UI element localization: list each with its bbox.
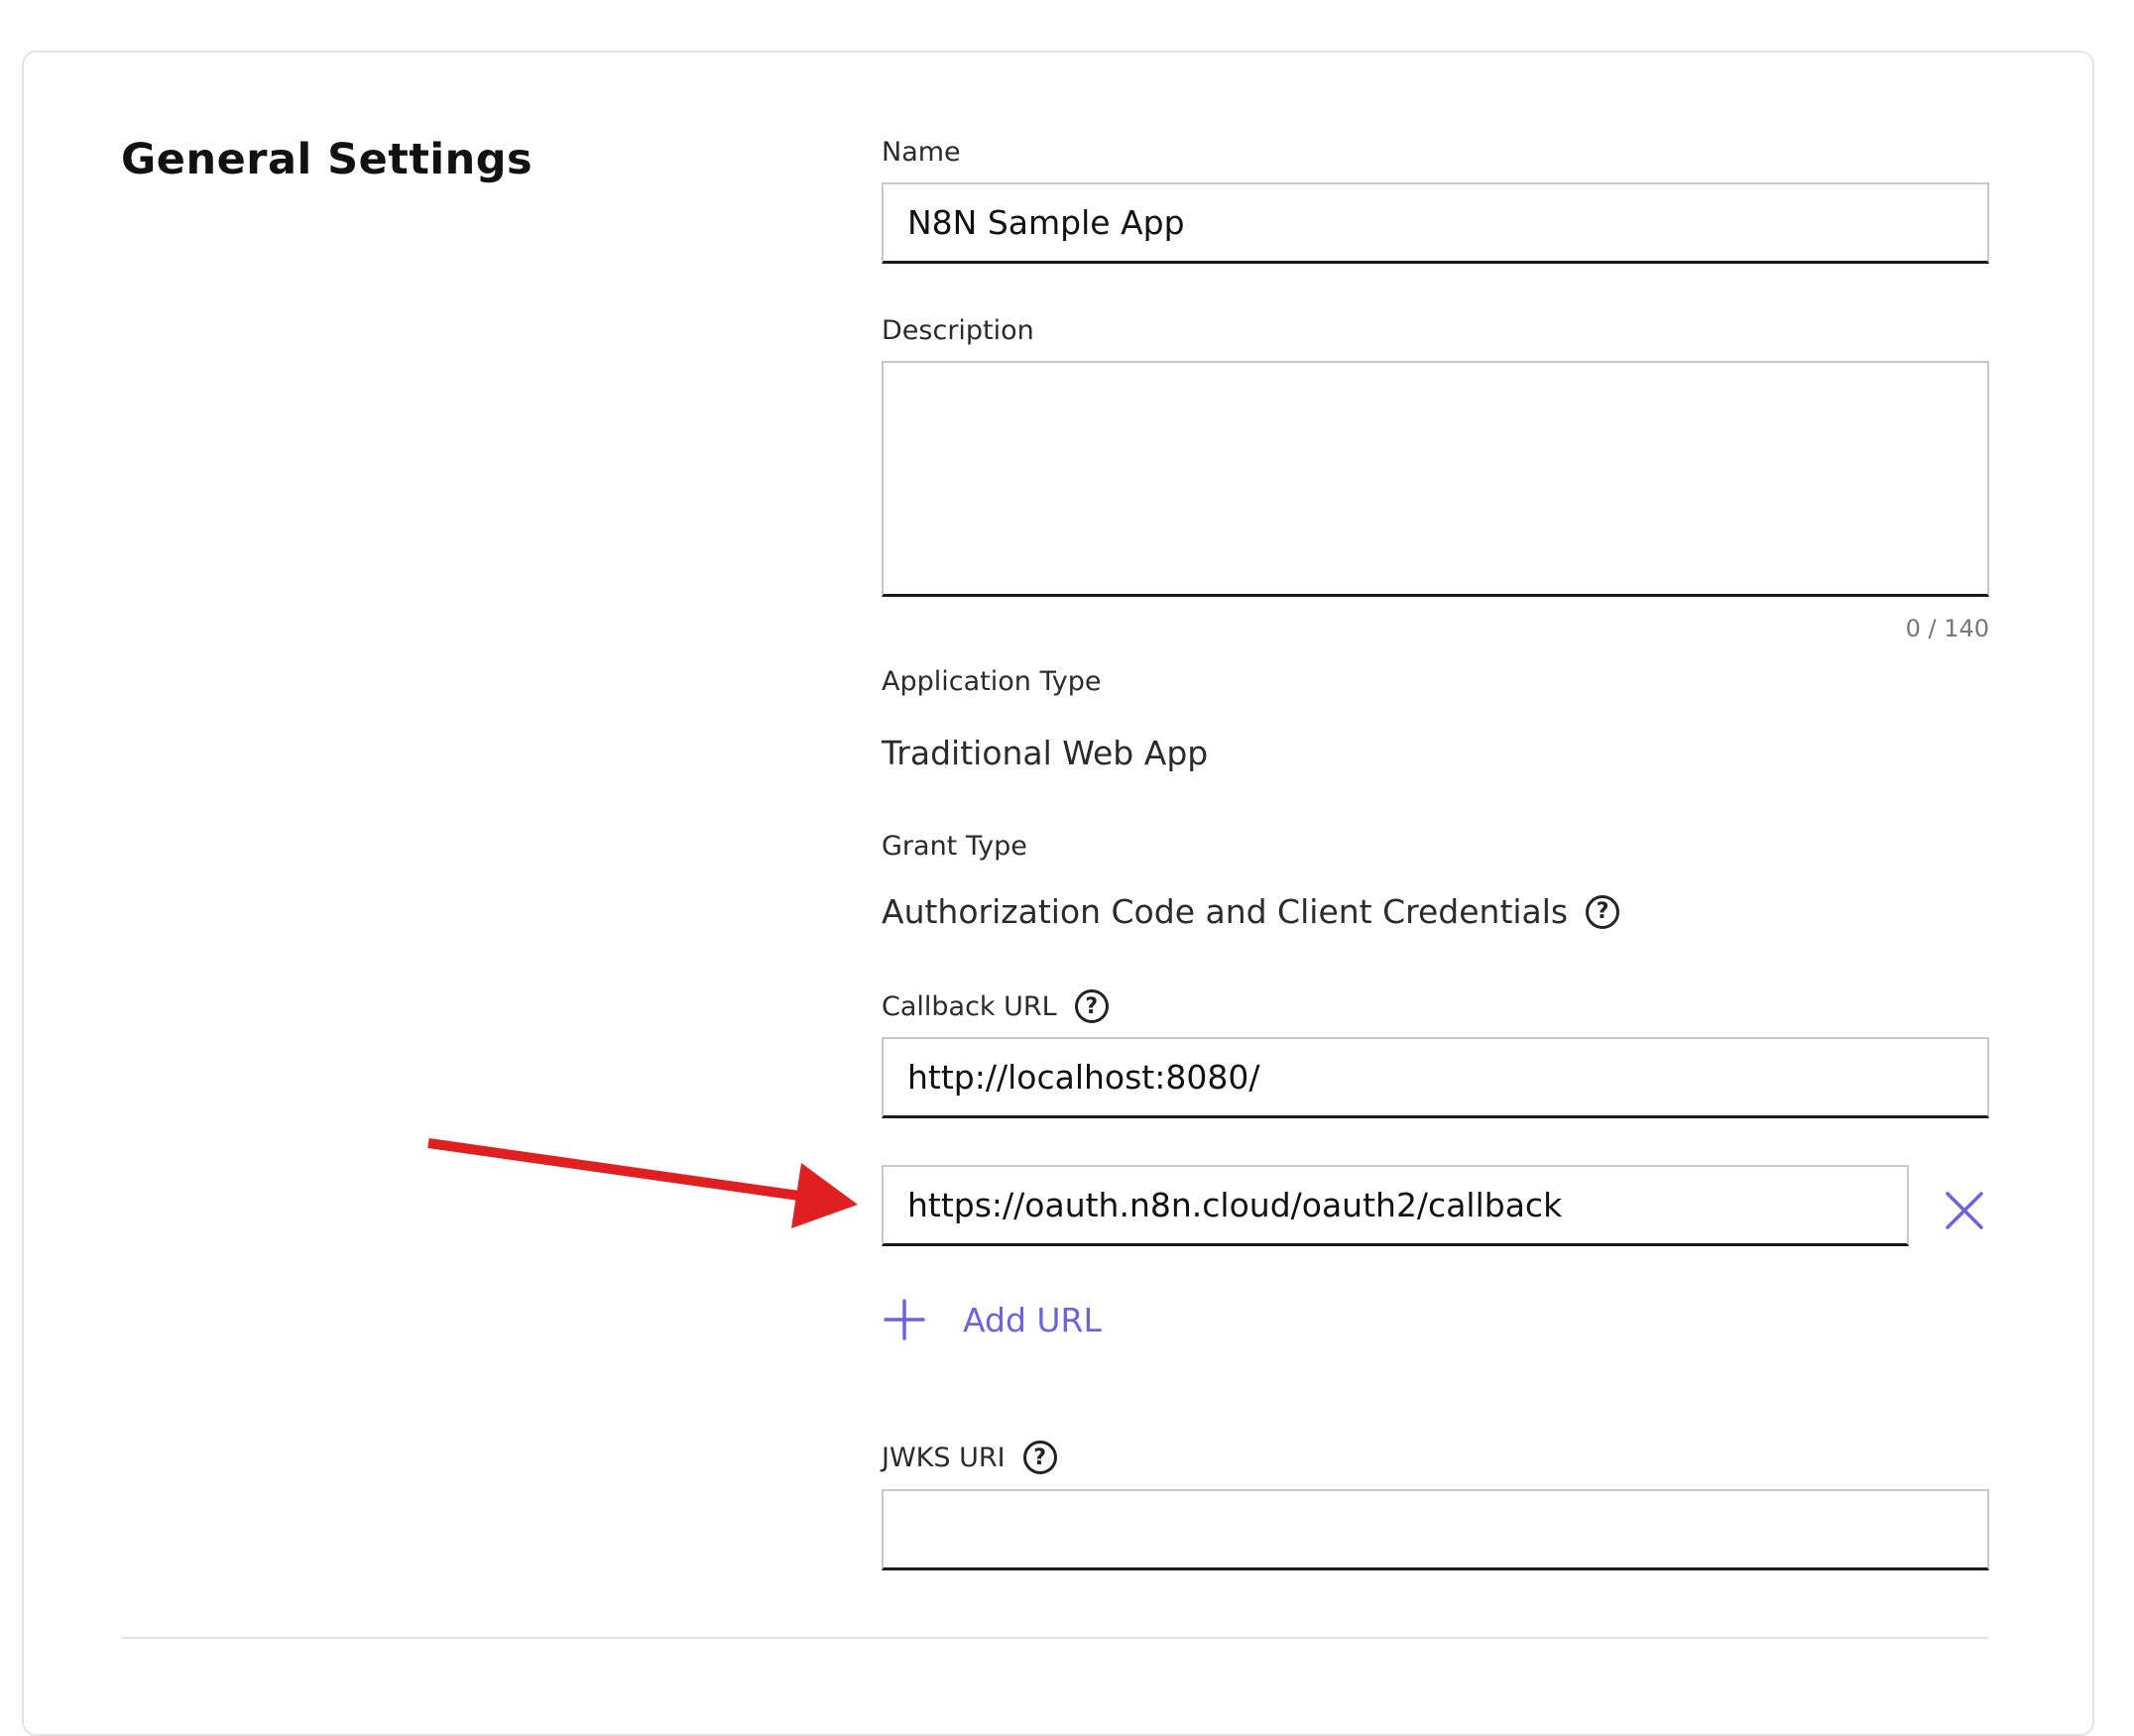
grant-type-value: Authorization Code and Client Credential… <box>882 892 1569 931</box>
application-type-label: Application Type <box>882 666 1102 697</box>
annotation-arrow <box>427 1138 858 1228</box>
description-label: Description <box>882 315 1034 346</box>
close-icon[interactable] <box>1942 1188 1987 1233</box>
add-url-label: Add URL <box>963 1300 1102 1339</box>
callback-url-label-row: Callback URL ? <box>882 989 1109 1023</box>
help-icon[interactable]: ? <box>1022 1441 1057 1474</box>
section-title: General Settings <box>121 135 534 184</box>
add-url-button[interactable]: Add URL <box>882 1297 1102 1342</box>
jwks-uri-input[interactable] <box>882 1489 1989 1570</box>
description-char-counter: 0 / 140 <box>1905 615 1989 642</box>
name-label: Name <box>882 137 961 168</box>
help-icon[interactable]: ? <box>1074 989 1109 1023</box>
section-divider <box>121 1637 1989 1639</box>
description-textarea[interactable] <box>882 361 1989 597</box>
callback-url-input-2[interactable] <box>882 1165 1909 1246</box>
help-icon[interactable]: ? <box>1586 894 1620 929</box>
grant-type-label: Grant Type <box>882 831 1027 862</box>
application-type-value: Traditional Web App <box>882 734 1209 772</box>
name-input[interactable] <box>882 182 1989 264</box>
jwks-uri-label: JWKS URI <box>882 1442 1006 1473</box>
callback-url-input-1[interactable] <box>882 1037 1989 1118</box>
callback-url-label: Callback URL <box>882 990 1057 1022</box>
plus-icon <box>884 1299 925 1340</box>
jwks-uri-label-row: JWKS URI ? <box>882 1441 1057 1474</box>
grant-type-row: Authorization Code and Client Credential… <box>882 892 1620 931</box>
